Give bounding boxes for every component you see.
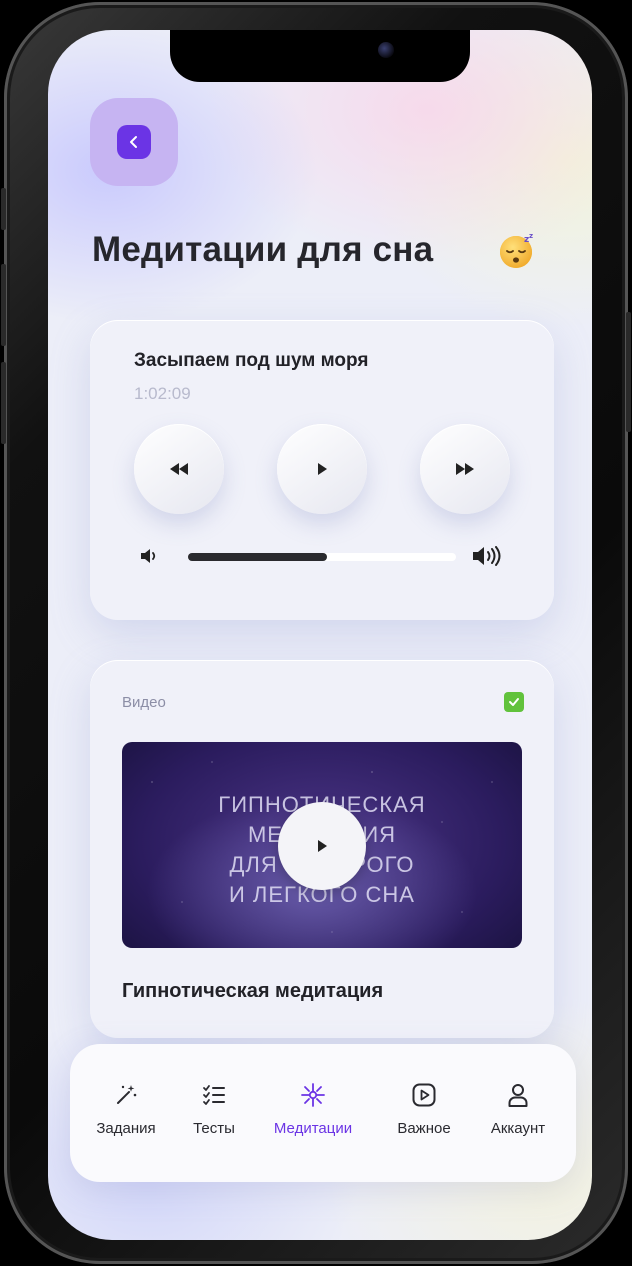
sparkle-icon [301, 1083, 325, 1107]
volume-slider-fill [188, 553, 328, 561]
notch [170, 30, 470, 82]
volume-up-button [1, 264, 6, 346]
tab-account[interactable]: Аккаунт [468, 1082, 568, 1137]
play-icon [318, 463, 327, 475]
video-section-label: Видео [122, 694, 166, 711]
page-title: Медитации для сна [92, 230, 434, 269]
checklist-icon [203, 1085, 225, 1105]
rewind-icon [170, 463, 188, 475]
bottom-tab-bar: Задания Тесты Медитации Важное Аккаунт [70, 1044, 576, 1182]
phone-frame: Медитации для сна z z Засыпаем под шум м… [1, 2, 631, 1264]
tab-label: Тесты [193, 1120, 235, 1137]
power-button [626, 312, 631, 432]
user-icon [508, 1084, 528, 1107]
checkmark-icon [504, 692, 524, 712]
tab-important[interactable]: Важное [374, 1082, 474, 1137]
tab-label: Аккаунт [490, 1120, 546, 1137]
svg-text:z: z [529, 232, 533, 240]
tab-label: Медитации [273, 1120, 353, 1137]
app-screen: Медитации для сна z z Засыпаем под шум м… [48, 30, 592, 1240]
track-duration: 1:02:09 [134, 384, 191, 403]
tab-tests[interactable]: Тесты [164, 1082, 264, 1137]
tab-label: Задания [96, 1120, 156, 1137]
track-title: Засыпаем под шум моря [134, 350, 369, 371]
volume-low-icon [141, 549, 156, 563]
volume-high-icon [473, 546, 501, 566]
video-card: Видео ГИПНОТИЧЕСКАЯ МЕДИТАЦИЯ ДЛЯ БЫСТРО… [90, 660, 554, 1038]
audio-player-card: Засыпаем под шум моря 1:02:09 [90, 320, 554, 620]
volume-slider[interactable] [188, 553, 456, 561]
volume-down-button [1, 362, 6, 444]
video-thumbnail[interactable]: ГИПНОТИЧЕСКАЯ МЕДИТАЦИЯ ДЛЯ БЫСТРОГО И Л… [122, 742, 522, 948]
rewind-button[interactable] [134, 424, 224, 514]
chevron-left-icon [130, 136, 137, 148]
video-title: Гипнотическая медитация [122, 980, 384, 1002]
mute-switch [1, 188, 6, 230]
video-play-button[interactable] [278, 802, 366, 890]
tab-meditations[interactable]: Медитации [263, 1082, 363, 1137]
sleeping-face-emoji-icon: z z [500, 232, 533, 268]
back-button-inner [117, 125, 151, 159]
video-play-icon [412, 1083, 436, 1107]
play-icon [318, 840, 327, 852]
tab-tasks[interactable]: Задания [76, 1082, 176, 1137]
tab-label: Важное [397, 1120, 451, 1137]
back-button[interactable] [90, 98, 178, 186]
camera [378, 42, 394, 58]
magic-wand-icon [117, 1085, 137, 1104]
play-button[interactable] [277, 424, 367, 514]
fast-forward-button[interactable] [420, 424, 510, 514]
volume-row [134, 544, 510, 568]
fast-forward-icon [456, 463, 474, 475]
